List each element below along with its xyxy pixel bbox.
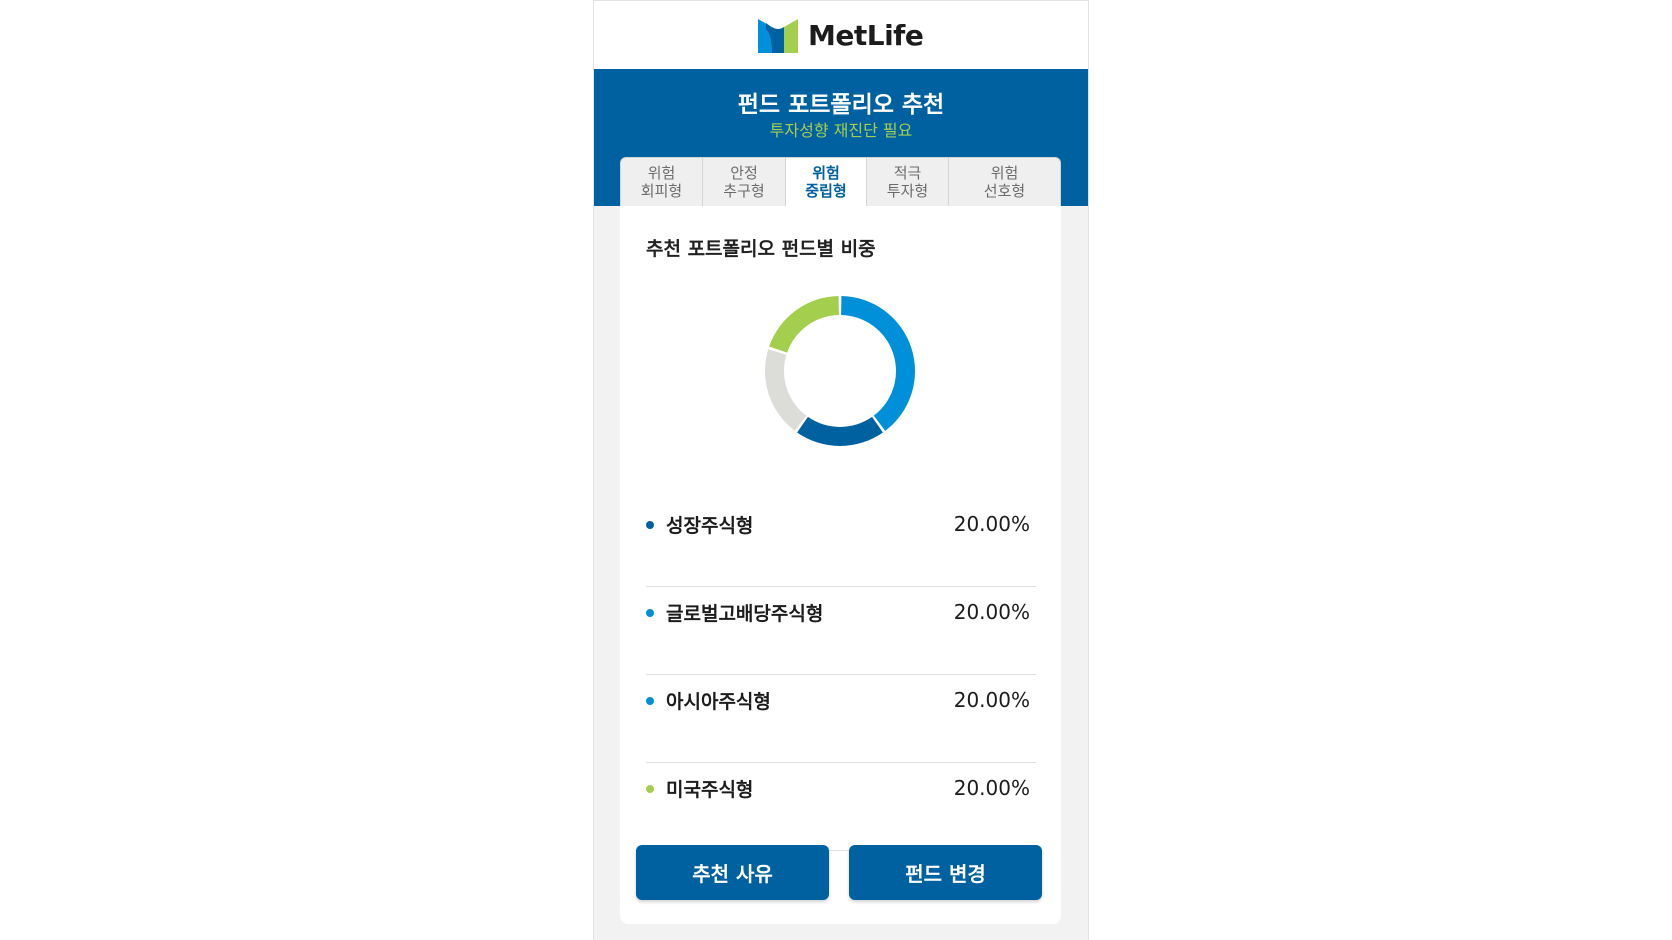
fund-dot — [646, 697, 654, 705]
fund-row: 미국주식형 20.00% — [646, 763, 1036, 851]
tab-stability-seeking[interactable]: 안정 추구형 — [703, 157, 786, 206]
portfolio-donut-chart — [765, 296, 915, 446]
fund-percent: 20.00% — [953, 512, 1030, 536]
donut-segment-3 — [765, 349, 807, 431]
fund-name: 글로벌고배당주식형 — [666, 603, 824, 625]
tab-active-investment[interactable]: 적극 투자형 — [867, 157, 949, 206]
fund-list: 성장주식형 20.00% 글로벌고배당주식형 20.00% 아시아주식형 20.… — [646, 499, 1036, 851]
fund-percent: 20.00% — [953, 688, 1030, 712]
fund-name: 성장주식형 — [666, 515, 754, 537]
tab-risk-neutral[interactable]: 위험 중립형 — [786, 157, 867, 206]
portfolio-card: 추천 포트폴리오 펀드별 비중 성장주식형 20.00% 글로벌고배당주식형 2… — [620, 206, 1061, 924]
tab-risk-preferring[interactable]: 위험 선호형 — [949, 157, 1061, 206]
page-title: 펀드 포트폴리오 추천 — [737, 92, 945, 118]
fund-dot — [646, 785, 654, 793]
top-bar: MetLife — [594, 0, 1088, 69]
metlife-logo-icon — [758, 19, 798, 53]
fund-name: 아시아주식형 — [666, 691, 771, 713]
fund-percent: 20.00% — [953, 776, 1030, 800]
donut-segment-2 — [797, 416, 883, 446]
risk-type-tabs: 위험 회피형 안정 추구형 위험 중립형 적극 투자형 위험 선호형 — [620, 157, 1061, 206]
donut-segment-4 — [769, 296, 839, 353]
fund-row: 글로벌고배당주식형 20.00% — [646, 587, 1036, 675]
fund-row: 성장주식형 20.00% — [646, 499, 1036, 587]
donut-segment-1 — [841, 296, 915, 431]
fund-dot — [646, 609, 654, 617]
card-title: 추천 포트폴리오 펀드별 비중 — [646, 238, 876, 260]
fund-percent: 20.00% — [953, 600, 1030, 624]
mobile-frame: MetLife 펀드 포트폴리오 추천 투자성향 재진단 필요 위험 회피형 안… — [593, 0, 1089, 940]
page-subtitle: 투자성향 재진단 필요 — [769, 121, 913, 140]
fund-row: 아시아주식형 20.00% — [646, 675, 1036, 763]
change-fund-button[interactable]: 펀드 변경 — [849, 845, 1042, 900]
metlife-logo[interactable]: MetLife — [758, 17, 924, 53]
recommendation-reason-button[interactable]: 추천 사유 — [636, 845, 829, 900]
tab-risk-averse[interactable]: 위험 회피형 — [620, 157, 703, 206]
fund-name: 미국주식형 — [666, 779, 754, 801]
metlife-logo-text: MetLife — [808, 18, 924, 52]
fund-dot — [646, 521, 654, 529]
